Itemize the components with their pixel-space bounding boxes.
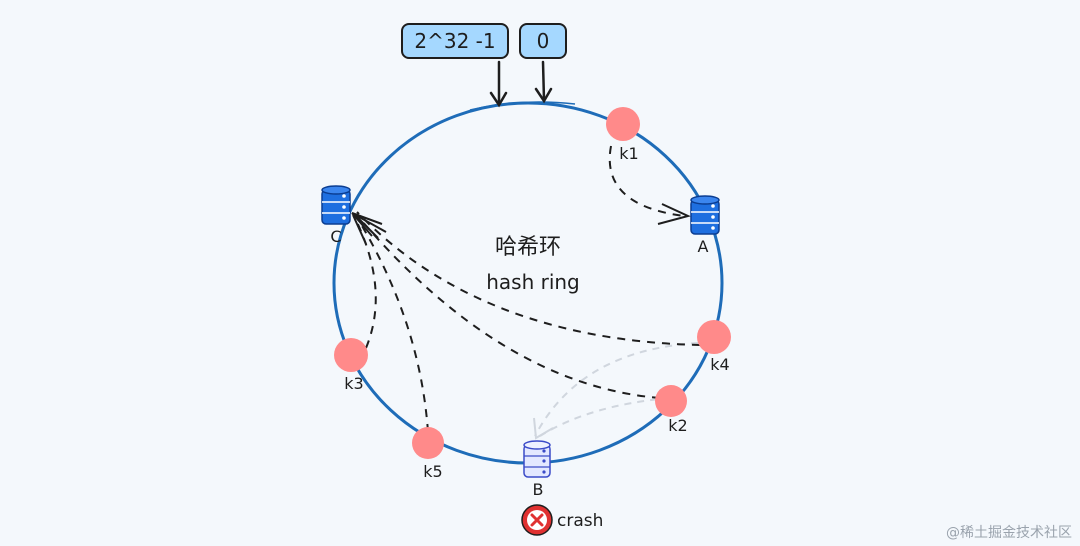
- server-label-c: C: [330, 227, 341, 246]
- max-value-label: 2^32 -1: [414, 29, 495, 53]
- key-label-k3: k3: [344, 374, 363, 393]
- close-circle-icon: [521, 504, 553, 536]
- zero-value-label: 0: [537, 29, 550, 53]
- key-node-k4: [697, 320, 731, 354]
- server-b-database-icon: [523, 440, 551, 478]
- zero-value-box: 0: [519, 23, 567, 59]
- key-label-k4: k4: [710, 355, 729, 374]
- server-label-b: B: [533, 480, 544, 499]
- diagram-canvas: 2^32 -1 0 k1 k4 k2 k3 k5 C A B crash 哈希环…: [321, 23, 1072, 541]
- max-pointer-arrow: [489, 60, 508, 108]
- zero-pointer-arrow: [534, 60, 553, 104]
- server-label-a: A: [698, 237, 709, 256]
- ring-subtitle: hash ring: [486, 270, 580, 294]
- watermark: @稀土掘金技术社区: [946, 525, 1072, 541]
- k3-to-c-arrow: [354, 217, 377, 349]
- ring-title: 哈希环: [495, 235, 561, 260]
- server-a-database-icon: [690, 195, 720, 235]
- key-node-k5: [412, 427, 444, 459]
- k5-to-c-arrow: [355, 215, 429, 433]
- c-arrowheads: [351, 212, 387, 245]
- max-value-box: 2^32 -1: [401, 23, 509, 59]
- server-c-database-icon: [321, 185, 351, 225]
- key-node-k3: [334, 338, 368, 372]
- hash-ring-diagram: 2^32 -1 0 k1 k4 k2 k3 k5 C A B crash 哈希环…: [0, 0, 1080, 546]
- key-label-k2: k2: [668, 416, 687, 435]
- crash-label: crash: [557, 511, 603, 531]
- key-node-k2: [655, 385, 687, 417]
- key-node-k1: [606, 107, 640, 141]
- key-label-k1: k1: [619, 144, 638, 163]
- key-label-k5: k5: [423, 462, 442, 481]
